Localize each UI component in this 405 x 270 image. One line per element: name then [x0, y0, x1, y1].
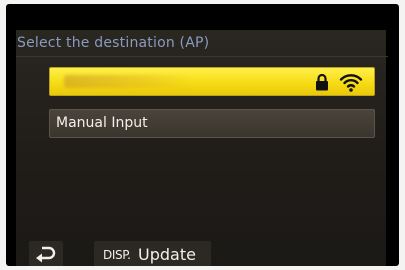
back-button[interactable] [29, 241, 63, 266]
return-icon [36, 246, 56, 263]
title-divider [16, 56, 388, 57]
lock-icon [316, 73, 328, 91]
ssid-label-blurred [64, 75, 192, 88]
disp-key-label: DISP. [103, 248, 131, 262]
access-point-item-selected[interactable] [49, 67, 375, 96]
update-label: Update [138, 245, 196, 264]
manual-input-item[interactable]: Manual Input [49, 109, 375, 138]
page-title: Select the destination (AP) [17, 35, 210, 51]
menu-panel [16, 30, 386, 266]
wifi-signal-icon [339, 74, 363, 92]
camera-screen-frame: Select the destination (AP) Manual Input… [6, 4, 399, 266]
manual-input-label: Manual Input [56, 115, 148, 131]
update-button[interactable]: DISP. Update [94, 241, 211, 266]
